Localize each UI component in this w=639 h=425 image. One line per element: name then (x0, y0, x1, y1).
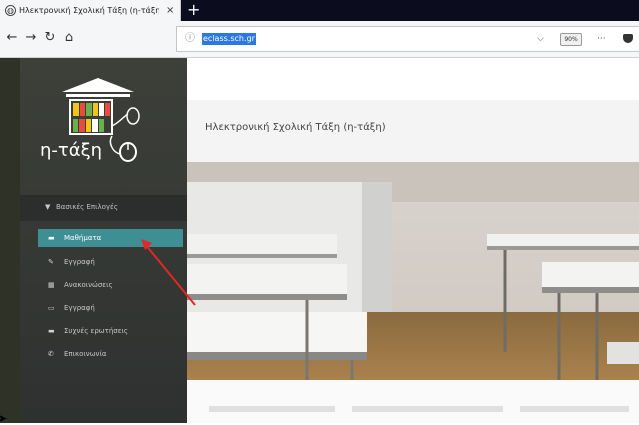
logo-text[interactable]: η-τάξη (40, 140, 102, 161)
pocket-icon[interactable] (623, 34, 633, 43)
sidebar-item-label: Συχνές ερωτήσεις (64, 327, 128, 335)
card-icon: ▭ (48, 304, 55, 312)
sidebar-item-register[interactable]: ✎ Εγγραφή (38, 253, 183, 271)
chat-icon: ▬ (48, 327, 55, 335)
grid-icon: ▦ (48, 281, 55, 289)
browser-tab[interactable]: ◍ Ηλεκτρονική Σχολική Τάξη (η-τάξη) × (0, 0, 181, 21)
top-banner (187, 58, 639, 100)
new-tab-button[interactable]: + (187, 0, 200, 21)
sidebar-item-label: Εγγραφή (64, 304, 95, 312)
sidebar-item-label: Ανακοινώσεις (64, 281, 113, 289)
caret-down-icon: ▼ (45, 203, 51, 211)
close-tab-button[interactable]: × (166, 0, 174, 21)
title-bar: Ηλεκτρονική Σχολική Τάξη (η-τάξη) (187, 100, 639, 164)
navigation-toolbar: ← → ↻ ⌂ ⓘ eclass.sch.gr ⌵ 90% ··· (0, 21, 639, 58)
content-area (187, 380, 639, 423)
intro-text (209, 406, 629, 412)
book-icon: ▬ (48, 234, 55, 242)
sidebar-item-label: Εγγραφή (64, 258, 95, 266)
phone-icon: ✆ (48, 350, 54, 358)
page-left-edge (0, 58, 20, 423)
chevron-down-icon[interactable]: ⌵ (537, 27, 544, 51)
back-icon[interactable]: ← (3, 27, 21, 49)
pencil-icon: ✎ (48, 258, 54, 266)
reload-icon[interactable]: ↻ (41, 27, 59, 49)
sidebar-item-signup[interactable]: ▭ Εγγραφή (38, 299, 183, 317)
menu-section-header[interactable]: ▼ Βασικές Επιλογές (20, 195, 187, 221)
more-actions-button[interactable]: ··· (597, 27, 606, 51)
sidebar-item-faq[interactable]: ▬ Συχνές ερωτήσεις (38, 322, 183, 340)
sidebar-item-announcements[interactable]: ▦ Ανακοινώσεις (38, 276, 183, 294)
web-page: η-τάξη ▼ Βασικές Επιλογές ▬ Μαθήματα ✎ Εγγ… (0, 58, 639, 425)
address-bar[interactable]: ⓘ eclass.sch.gr ⌵ 90% ··· (176, 26, 639, 52)
zoom-badge[interactable]: 90% (560, 33, 582, 46)
main-content: Ηλεκτρονική Σχολική Τάξη (η-τάξη) (187, 58, 639, 423)
sidebar-item-courses[interactable]: ▬ Μαθήματα (38, 229, 183, 247)
tab-title: Ηλεκτρονική Σχολική Τάξη (η-τάξη) (19, 6, 159, 15)
globe-icon: ◍ (5, 5, 16, 16)
sidebar-item-label: Μαθήματα (64, 234, 102, 242)
menu-section-label: Βασικές Επιλογές (56, 203, 118, 211)
page-title: Ηλεκτρονική Σχολική Τάξη (η-τάξη) (205, 122, 386, 133)
home-icon[interactable]: ⌂ (60, 27, 78, 49)
info-icon[interactable]: ⓘ (185, 27, 195, 51)
classroom-hero-image (187, 162, 639, 380)
sidebar-item-contact[interactable]: ✆ Επικοινωνία (38, 345, 183, 363)
eclass-logo[interactable] (48, 76, 148, 176)
sidebar-item-label: Επικοινωνία (64, 350, 107, 358)
mouse-cursor-icon: ➤ (0, 412, 8, 425)
forward-icon[interactable]: → (22, 27, 40, 49)
url-text[interactable]: eclass.sch.gr (202, 33, 256, 45)
tab-strip: ◍ Ηλεκτρονική Σχολική Τάξη (η-τάξη) × + (0, 0, 639, 21)
